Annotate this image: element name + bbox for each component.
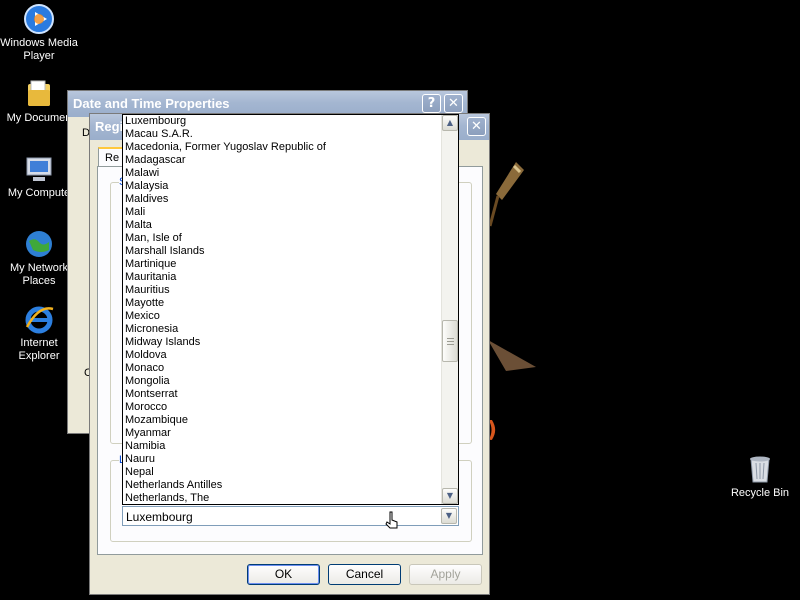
dropdown-scrollbar[interactable]: ▲ ▼ bbox=[441, 115, 458, 504]
scroll-down-button[interactable]: ▼ bbox=[442, 488, 458, 504]
dropdown-list-item[interactable]: Macedonia, Former Yugoslav Republic of bbox=[123, 141, 441, 154]
apply-button[interactable]: Apply bbox=[409, 564, 482, 585]
dropdown-list-item[interactable]: Mongolia bbox=[123, 375, 441, 388]
location-combobox[interactable]: Luxembourg ▼ bbox=[122, 506, 459, 526]
close-button[interactable]: ✕ bbox=[444, 94, 463, 113]
internet-explorer-icon bbox=[23, 303, 55, 335]
dropdown-list-item[interactable]: Moldova bbox=[123, 349, 441, 362]
dropdown-items: Luxembourg Macau S.A.R. Macedonia, Former … bbox=[123, 115, 441, 504]
dropdown-list-item[interactable]: Macau S.A.R. bbox=[123, 128, 441, 141]
dropdown-list-item[interactable]: Mauritius bbox=[123, 284, 441, 297]
chevron-down-icon[interactable]: ▼ bbox=[441, 508, 457, 524]
recycle-bin-icon bbox=[744, 453, 776, 485]
dropdown-list-item[interactable]: Montserrat bbox=[123, 388, 441, 401]
scroll-thumb[interactable] bbox=[442, 320, 458, 362]
dropdown-list-item[interactable]: Micronesia bbox=[123, 323, 441, 336]
ok-button[interactable]: OK bbox=[247, 564, 320, 585]
desktop-icon-windows-media-player[interactable]: Windows Media Player bbox=[0, 3, 78, 63]
dropdown-list-item[interactable]: Martinique bbox=[123, 258, 441, 271]
dropdown-list-item[interactable]: Midway Islands bbox=[123, 336, 441, 349]
dropdown-list-item[interactable]: Myanmar bbox=[123, 427, 441, 440]
dropdown-list-item[interactable]: Malaysia bbox=[123, 180, 441, 193]
cancel-button[interactable]: Cancel bbox=[328, 564, 401, 585]
dropdown-list-item[interactable]: Malta bbox=[123, 219, 441, 232]
dropdown-list-item[interactable]: Maldives bbox=[123, 193, 441, 206]
dropdown-list-item[interactable]: Madagascar bbox=[123, 154, 441, 167]
my-computer-icon bbox=[23, 153, 55, 185]
desktop-wallpaper-hilt bbox=[488, 162, 524, 227]
combobox-value: Luxembourg bbox=[126, 510, 193, 524]
network-places-icon bbox=[23, 228, 55, 260]
location-dropdown-list[interactable]: Luxembourg Macau S.A.R. Macedonia, Former … bbox=[122, 114, 459, 505]
dropdown-list-item[interactable]: Monaco bbox=[123, 362, 441, 375]
windows-media-player-icon bbox=[23, 3, 55, 35]
dropdown-list-item[interactable]: Nauru bbox=[123, 453, 441, 466]
dropdown-list-item[interactable]: Malawi bbox=[123, 167, 441, 180]
dropdown-list-item[interactable]: Nepal bbox=[123, 466, 441, 479]
window-title: Date and Time Properties bbox=[73, 96, 230, 111]
tab-label: Re bbox=[105, 152, 120, 164]
dropdown-list-item[interactable]: Man, Isle of bbox=[123, 232, 441, 245]
close-button[interactable]: ✕ bbox=[467, 117, 486, 136]
desktop-icon-recycle-bin[interactable]: Recycle Bin bbox=[721, 453, 799, 500]
help-button[interactable]: ? bbox=[422, 94, 441, 113]
dropdown-list-item[interactable]: Mayotte bbox=[123, 297, 441, 310]
desktop-wallpaper-blade bbox=[488, 340, 536, 371]
scroll-up-button[interactable]: ▲ bbox=[442, 115, 458, 131]
dropdown-list-item[interactable]: Mali bbox=[123, 206, 441, 219]
my-documents-folder-icon bbox=[23, 78, 55, 110]
dropdown-list-item[interactable]: Mozambique bbox=[123, 414, 441, 427]
dropdown-list-item[interactable]: Mexico bbox=[123, 310, 441, 323]
desktop-icon-label: Windows Media Player bbox=[0, 37, 78, 62]
mouse-cursor-icon bbox=[385, 511, 398, 529]
dropdown-list-item[interactable]: Mauritania bbox=[123, 271, 441, 284]
window-title: Regi bbox=[95, 119, 124, 134]
dropdown-list-item[interactable]: Namibia bbox=[123, 440, 441, 453]
dropdown-list-item[interactable]: Netherlands, The bbox=[123, 492, 441, 504]
desktop-icon-label: Recycle Bin bbox=[730, 487, 790, 499]
dropdown-list-item[interactable]: Netherlands Antilles bbox=[123, 479, 441, 492]
dropdown-list-item[interactable]: Morocco bbox=[123, 401, 441, 414]
dropdown-list-item[interactable]: Marshall Islands bbox=[123, 245, 441, 258]
dropdown-list-item[interactable]: Luxembourg bbox=[123, 115, 441, 128]
